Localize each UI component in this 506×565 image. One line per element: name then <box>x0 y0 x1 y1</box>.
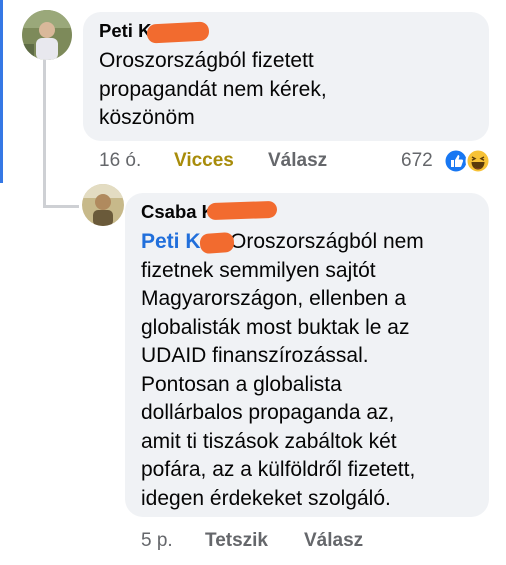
like-button[interactable]: Tetszik <box>205 530 268 552</box>
like-icon <box>443 148 469 174</box>
comment-text: Oroszországból fizetett propagandát nem … <box>99 49 327 129</box>
comment-author[interactable]: Csaba K <box>141 201 215 223</box>
redaction-mark <box>206 200 278 221</box>
comment-actions: 5 p. Tetszik Válasz <box>0 530 506 556</box>
reply-button[interactable]: Válasz <box>304 530 363 552</box>
reaction-icons[interactable] <box>443 148 493 174</box>
reply-button[interactable]: Válasz <box>268 150 327 172</box>
reaction-count[interactable]: 672 <box>401 150 433 172</box>
redaction-mark <box>199 231 235 255</box>
haha-icon <box>465 148 491 174</box>
reaction-button[interactable]: Vicces <box>174 150 234 172</box>
thread-branch <box>43 205 79 208</box>
comment-text: Peti Ks Oroszországból nem fizetnek semm… <box>141 230 424 510</box>
comment-timestamp[interactable]: 16 ó. <box>99 150 141 172</box>
comment-actions: 16 ó. Vicces Válasz 672 <box>0 150 506 176</box>
comment-timestamp[interactable]: 5 p. <box>141 530 173 552</box>
avatar[interactable] <box>82 184 124 226</box>
comment-author[interactable]: Peti K <box>99 20 151 42</box>
redaction-mark <box>146 21 210 44</box>
avatar[interactable] <box>22 10 72 60</box>
thread-line <box>43 60 46 208</box>
